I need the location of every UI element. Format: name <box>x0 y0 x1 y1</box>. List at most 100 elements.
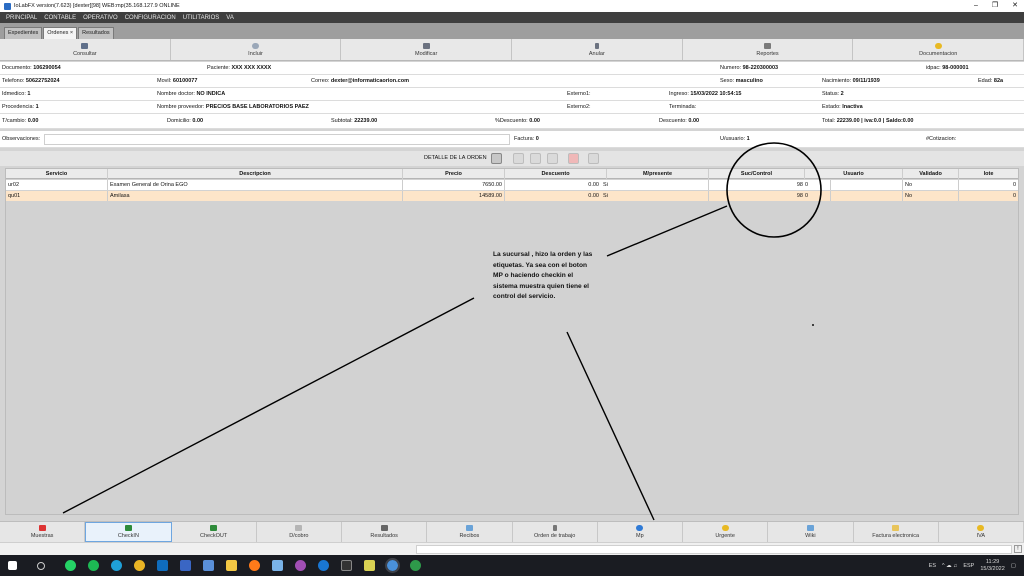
smiley-icon <box>721 525 729 531</box>
cell-descuento: 0.00 <box>588 193 599 199</box>
doctor-label: Nombre doctor: <box>157 91 195 97</box>
samples-icon <box>38 525 46 531</box>
keyboard-indicator[interactable]: ESP <box>963 563 974 569</box>
detalle-new-icon[interactable] <box>513 153 524 164</box>
notification-icon[interactable]: ▢ <box>1011 563 1016 569</box>
sun-icon <box>977 525 985 531</box>
col-usuario[interactable]: Usuario <box>805 169 903 179</box>
muestras-button[interactable]: Muestras <box>0 522 86 542</box>
col-precio[interactable]: Precio <box>403 169 505 179</box>
documento-value: 106290054 <box>33 65 61 71</box>
table-row[interactable]: ur02 Examen General de Orina EGO 7650.00… <box>6 180 1018 190</box>
notepad-icon[interactable] <box>364 560 375 571</box>
checkout-button[interactable]: CheckOUT <box>172 522 257 542</box>
col-mpresente[interactable]: M/presente <box>607 169 709 179</box>
cell-servicio: ur02 <box>6 180 108 190</box>
col-descripcion[interactable]: Descripcion <box>108 169 403 179</box>
detalle-delete-icon[interactable] <box>547 153 558 164</box>
reportes-button[interactable]: Reportes <box>683 39 854 60</box>
detalle-edit-icon[interactable] <box>491 153 502 164</box>
modificar-button[interactable]: Modificar <box>341 39 513 60</box>
col-validado[interactable]: Validado <box>903 169 959 179</box>
menu-contable[interactable]: CONTABLE <box>44 15 76 21</box>
uusuario-value: 1 <box>746 136 750 142</box>
incluir-button[interactable]: Incluir <box>171 39 342 60</box>
detalle-cancel-icon[interactable] <box>568 153 579 164</box>
search-icon[interactable] <box>37 561 45 570</box>
info-row-2: Telefono: 50622752024 Movil: 60100077 Co… <box>0 75 1024 88</box>
terminal-icon[interactable] <box>341 560 352 571</box>
table-row[interactable]: qu01 Amilasa 14589.00 0.00 Si 98 0 No 0 <box>6 191 1018 201</box>
consultar-button[interactable]: Consultar <box>0 39 171 60</box>
wiki-icon <box>806 525 814 531</box>
language-indicator[interactable]: ES <box>929 563 936 569</box>
menu-configuracion[interactable]: CONFIGURACION <box>125 15 176 21</box>
file-explorer-icon[interactable] <box>226 560 237 571</box>
iolab-app-icon[interactable] <box>385 558 400 573</box>
tab-expedientes[interactable]: Expedientes <box>4 27 43 39</box>
documentacion-button[interactable]: Documentacion <box>853 39 1024 60</box>
outlook-icon[interactable] <box>157 560 168 571</box>
cell-lote: 0 <box>1012 182 1016 188</box>
detalle-modify-icon[interactable] <box>530 153 541 164</box>
sun-icon <box>252 42 259 49</box>
firefox-icon[interactable] <box>249 560 260 571</box>
col-descuento[interactable]: Descuento <box>505 169 607 179</box>
orden-trabajo-button[interactable]: Orden de trabajo <box>513 522 598 542</box>
chrome-icon[interactable] <box>134 560 145 571</box>
edge-icon[interactable] <box>111 560 122 571</box>
idpac-value: 98-000001 <box>942 65 969 71</box>
info-row-4: Procedencia: 1 Nombre proveedor: PRECIOS… <box>0 101 1024 114</box>
restore-icon[interactable]: ❐ <box>992 0 998 12</box>
iva-button[interactable]: IVA <box>939 522 1024 542</box>
cell-precio: 7650.00 <box>403 180 505 190</box>
documento-label: Documento: <box>2 65 32 71</box>
menu-operativo[interactable]: OPERATIVO <box>83 15 118 21</box>
binoculars-icon <box>81 42 89 49</box>
detalle-print-icon[interactable] <box>588 153 599 164</box>
col-servicio[interactable]: Servicio <box>6 169 108 179</box>
info-row-1: Documento: 106290054 Paciente: XXX XXX X… <box>0 62 1024 75</box>
edad-label: Edad: <box>978 78 993 84</box>
menu-principal[interactable]: PRINCIPAL <box>6 15 37 21</box>
col-lote[interactable]: lote <box>959 169 1018 179</box>
resultados-button[interactable]: Resultados <box>342 522 428 542</box>
factura-electronica-button[interactable]: Factura electronica <box>854 522 939 542</box>
info-icon <box>636 525 644 531</box>
domicilio-value: 0.00 <box>192 118 204 124</box>
col-suc-control[interactable]: Suc/Control <box>709 169 805 179</box>
minimize-icon[interactable]: – <box>974 0 978 12</box>
observaciones-field[interactable] <box>44 134 510 145</box>
status-info-icon[interactable]: ! <box>1014 545 1022 553</box>
mp-button[interactable]: Mp <box>598 522 683 542</box>
clock[interactable]: 11:29 15/3/2022 <box>980 559 1004 573</box>
tab-ordenes[interactable]: Ordenes × <box>43 27 78 39</box>
checkin-button[interactable]: CheckIN <box>85 522 172 542</box>
close-icon[interactable]: ✕ <box>1012 0 1018 12</box>
tray-icons[interactable]: ^ ☁ ♫ <box>942 563 957 569</box>
green-app-icon[interactable] <box>410 560 421 571</box>
system-tray: ES ^ ☁ ♫ ESP 11:29 15/3/2022 ▢ <box>929 555 1016 576</box>
total-value: 22239.00 <box>836 118 860 124</box>
receipt-icon <box>465 525 473 531</box>
menu-va[interactable]: VA <box>226 15 234 21</box>
ingreso-value: 15/03/2022 10:54:15 <box>690 91 742 97</box>
tab-resultados[interactable]: Resultados <box>78 27 114 39</box>
network-icon[interactable] <box>203 560 214 571</box>
spotify-icon[interactable] <box>88 560 99 571</box>
menu-utilitarios[interactable]: UTILITARIOS <box>183 15 220 21</box>
windows-start-icon[interactable] <box>8 561 17 570</box>
cell-usuario <box>831 180 903 190</box>
cell-descuento: 0.00 <box>588 182 599 188</box>
urgente-button[interactable]: Urgente <box>683 522 769 542</box>
recibos-button[interactable]: Recibos <box>427 522 513 542</box>
remote-icon[interactable] <box>295 560 306 571</box>
teamviewer-icon[interactable] <box>318 560 329 571</box>
app-icon[interactable] <box>180 560 191 571</box>
anular-button[interactable]: Anular <box>512 39 683 60</box>
dcobro-button[interactable]: D/cobro <box>257 522 342 542</box>
package-icon[interactable] <box>272 560 283 571</box>
printer-icon <box>764 42 772 49</box>
wiki-button[interactable]: Wiki <box>768 522 854 542</box>
whatsapp-icon[interactable] <box>65 560 76 571</box>
